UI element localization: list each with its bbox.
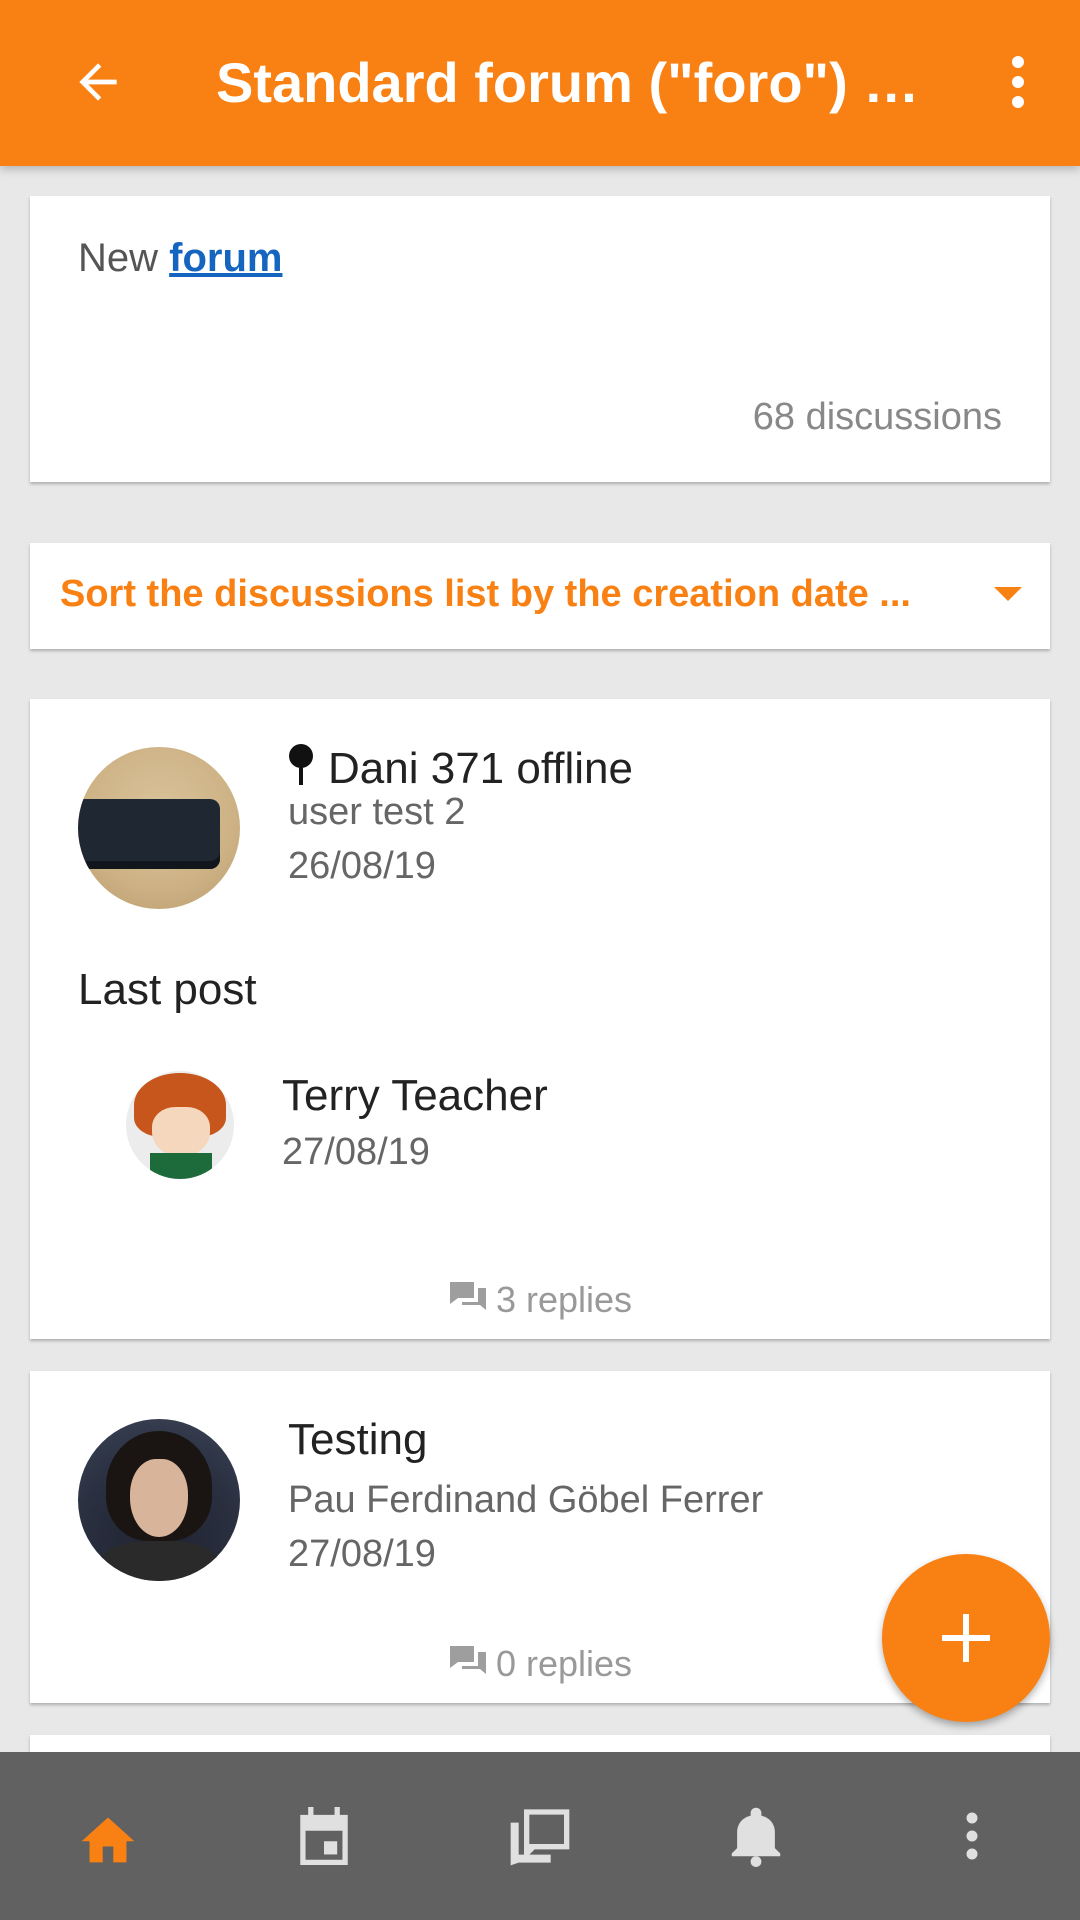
home-icon [81,1817,135,1863]
nav-calendar[interactable] [216,1752,432,1920]
chat-icon [449,1646,486,1674]
more-vertical-icon [966,1812,978,1860]
last-post-label: Last post [78,965,257,1014]
caret-down-icon [994,587,1022,601]
avatar [78,747,240,909]
last-post-date: 27/08/19 [282,1131,430,1173]
add-discussion-button[interactable] [882,1554,1050,1722]
overflow-menu-button[interactable] [988,42,1048,122]
avatar [78,1419,240,1581]
discussion-author: user test 2 [288,791,466,833]
app-header: Standard forum ("foro") (... [0,0,1080,166]
replies-text: 0 replies [495,1643,633,1684]
discussions-count: 68 discussions [752,396,1002,438]
sort-select-label: Sort the discussions list by the creatio… [60,573,911,615]
discussion-title: Dani 371 offline [288,743,633,794]
description-prefix: New [78,236,170,280]
nav-messages[interactable] [432,1752,648,1920]
more-vertical-icon [1012,56,1024,108]
replies-count: 3 replies [30,1279,1050,1321]
chat-icon [449,1282,486,1310]
page-title: Standard forum ("foro") (... [216,51,926,114]
nav-notifications[interactable] [648,1752,864,1920]
last-post-avatar [126,1071,234,1179]
discussion-date: 27/08/19 [288,1533,436,1575]
arrow-back-icon [79,63,117,101]
plus-icon [942,1614,990,1662]
discussion-author: Pau Ferdinand Göbel Ferrer [288,1479,764,1521]
messages-icon [510,1809,570,1866]
last-post-author: Terry Teacher [282,1071,548,1120]
sort-select[interactable]: Sort the discussions list by the creatio… [30,543,1050,649]
calendar-icon [300,1807,348,1865]
pin-icon [289,744,313,785]
discussion-title-text: Dani 371 offline [328,744,633,793]
bottom-nav [0,1752,1080,1920]
back-button[interactable] [58,42,138,122]
discussion-date: 26/08/19 [288,845,436,887]
nav-home[interactable] [0,1752,216,1920]
bell-icon [731,1807,781,1867]
replies-text: 3 replies [495,1279,633,1320]
nav-more[interactable] [864,1752,1080,1920]
forum-intro-card: New forum 68 discussions [30,196,1050,482]
forum-description: New forum [78,236,282,281]
forum-link[interactable]: forum [169,236,282,280]
discussion-item[interactable]: Dani 371 offline user test 2 26/08/19 La… [30,699,1050,1339]
discussion-title: Testing [288,1415,428,1464]
